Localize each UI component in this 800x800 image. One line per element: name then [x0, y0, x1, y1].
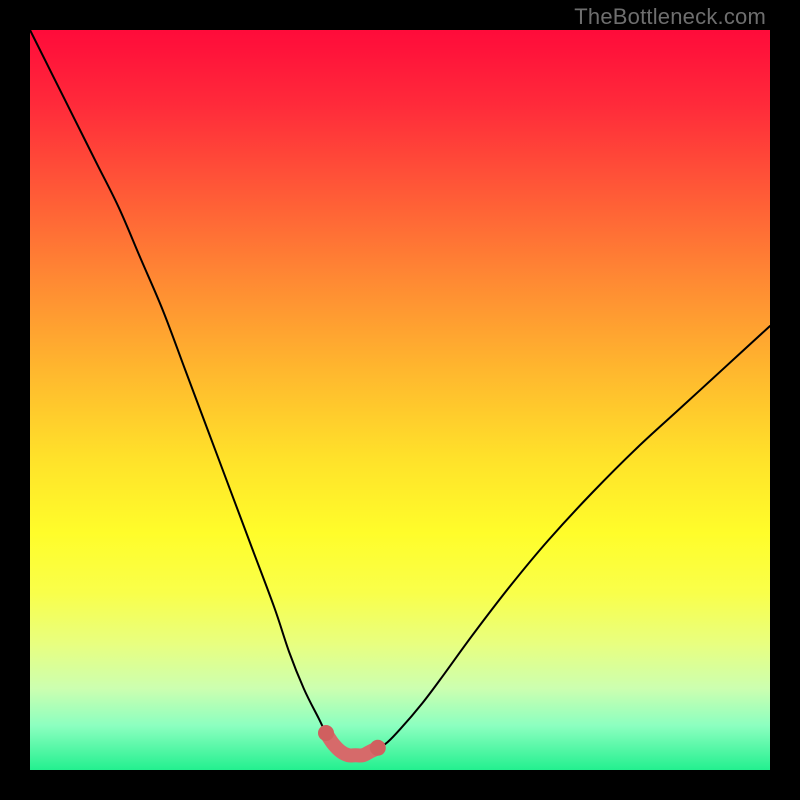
- minimum-highlight-path: [326, 733, 378, 756]
- minimum-highlight-dot-right: [370, 740, 386, 756]
- minimum-highlight-dot-left: [318, 725, 334, 741]
- chart-frame: TheBottleneck.com: [0, 0, 800, 800]
- plot-area: [30, 30, 770, 770]
- watermark-text: TheBottleneck.com: [574, 4, 766, 30]
- bottleneck-curve-path: [30, 30, 770, 756]
- curve-svg: [30, 30, 770, 770]
